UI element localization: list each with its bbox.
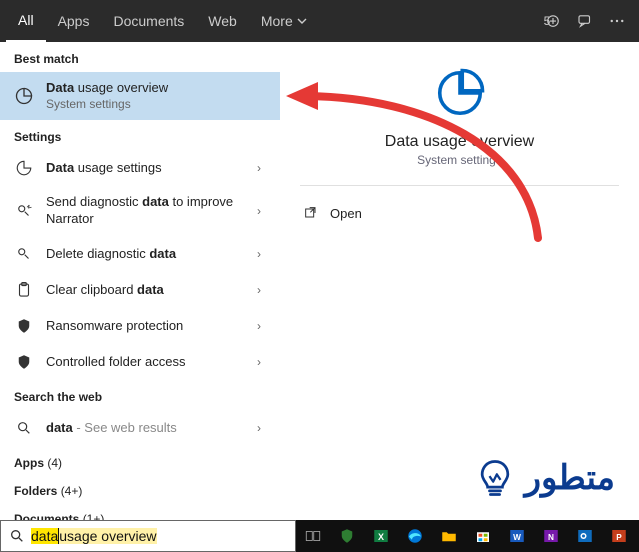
feedback-icon [14,244,34,264]
search-icon [9,528,25,544]
settings-item-label: Send diagnostic data to improve Narrator [46,194,240,228]
settings-item-label: Data usage settings [46,160,240,177]
results-list: Best match Data usage overview System se… [0,42,280,520]
pie-chart-icon [433,66,487,125]
tab-apps[interactable]: Apps [46,0,102,42]
settings-item-ransomware[interactable]: Ransomware protection › [0,308,280,344]
settings-item-clear-clipboard[interactable]: Clear clipboard data › [0,272,280,308]
folder-icon [440,527,458,545]
search-input[interactable]: data usage overview [31,528,287,544]
taskbar-app-outlook[interactable] [568,520,602,552]
feedback-icon [14,201,34,221]
word-icon: W [508,527,526,545]
search-icon [14,418,34,438]
tab-more-label: More [261,13,293,29]
settings-item-controlled-folder[interactable]: Controlled folder access › [0,344,280,380]
options-button[interactable] [601,5,633,37]
task-view-icon [304,527,322,545]
divider [300,185,619,186]
web-result[interactable]: data - See web results › [0,410,280,446]
settings-item-label: Delete diagnostic data [46,246,240,263]
excel-icon: X [372,527,390,545]
rewards-button[interactable]: 5 [537,5,569,37]
chevron-right-icon: › [252,161,266,175]
taskbar-app-word[interactable]: W [500,520,534,552]
results-area: Best match Data usage overview System se… [0,42,639,520]
taskbar-app-store[interactable] [466,520,500,552]
web-result-label: data - See web results [46,420,240,437]
taskbar: data usage overview X W N P [0,520,639,552]
best-match-result[interactable]: Data usage overview System settings [0,72,280,120]
preview-pane: Data usage overview System settings Open [280,42,639,520]
settings-item-delete-diagnostic[interactable]: Delete diagnostic data › [0,236,280,272]
task-view-button[interactable] [296,520,330,552]
settings-item-send-diagnostic[interactable]: Send diagnostic data to improve Narrator… [0,186,280,236]
settings-item-data-usage[interactable]: Data usage settings › [0,150,280,186]
onenote-icon: N [542,527,560,545]
preview-title: Data usage overview [385,133,534,151]
chevron-down-icon [297,16,307,26]
clipboard-icon [14,280,34,300]
tab-more[interactable]: More [249,0,319,42]
chevron-right-icon: › [252,283,266,297]
search-web-header: Search the web [0,380,280,410]
trophy-icon [544,12,562,30]
taskbar-app-explorer[interactable] [432,520,466,552]
settings-header: Settings [0,120,280,150]
shield-icon [14,352,34,372]
best-match-header: Best match [0,42,280,72]
best-match-text: Data usage overview System settings [46,80,266,112]
svg-text:P: P [616,533,622,542]
tab-all[interactable]: All [6,0,46,42]
taskbar-search[interactable]: data usage overview [0,520,296,552]
chevron-right-icon: › [252,204,266,218]
settings-item-label: Ransomware protection [46,318,240,335]
taskbar-app-powerpoint[interactable]: P [602,520,636,552]
store-icon [474,527,492,545]
taskbar-app-onenote[interactable]: N [534,520,568,552]
chevron-right-icon: › [252,421,266,435]
shield-icon [14,316,34,336]
pie-chart-icon [14,158,34,178]
edge-icon [406,527,424,545]
tab-web[interactable]: Web [196,0,249,42]
group-documents[interactable]: Documents (1+) [0,502,280,520]
feedback-button[interactable] [569,5,601,37]
preview-subtitle: System settings [417,153,502,167]
shield-icon [338,527,356,545]
taskbar-app-edge[interactable] [398,520,432,552]
outlook-icon [576,527,594,545]
settings-item-label: Controlled folder access [46,354,240,371]
search-filter-bar: All Apps Documents Web More 5 [0,0,639,42]
settings-item-label: Clear clipboard data [46,282,240,299]
group-apps[interactable]: Apps (4) [0,446,280,474]
group-folders[interactable]: Folders (4+) [0,474,280,502]
chevron-right-icon: › [252,247,266,261]
pie-chart-icon [14,86,34,106]
chevron-right-icon: › [252,355,266,369]
svg-text:N: N [548,533,554,542]
powerpoint-icon: P [610,527,628,545]
feedback-icon [576,12,594,30]
svg-text:X: X [378,532,384,542]
taskbar-app-excel[interactable]: X [364,520,398,552]
open-label: Open [330,206,362,221]
open-icon [302,204,320,222]
ellipsis-icon [608,12,626,30]
taskbar-app-security[interactable] [330,520,364,552]
open-action[interactable]: Open [300,198,619,228]
svg-text:W: W [513,533,521,542]
chevron-right-icon: › [252,319,266,333]
tab-documents[interactable]: Documents [101,0,196,42]
taskbar-icons: X W N P [296,520,636,552]
